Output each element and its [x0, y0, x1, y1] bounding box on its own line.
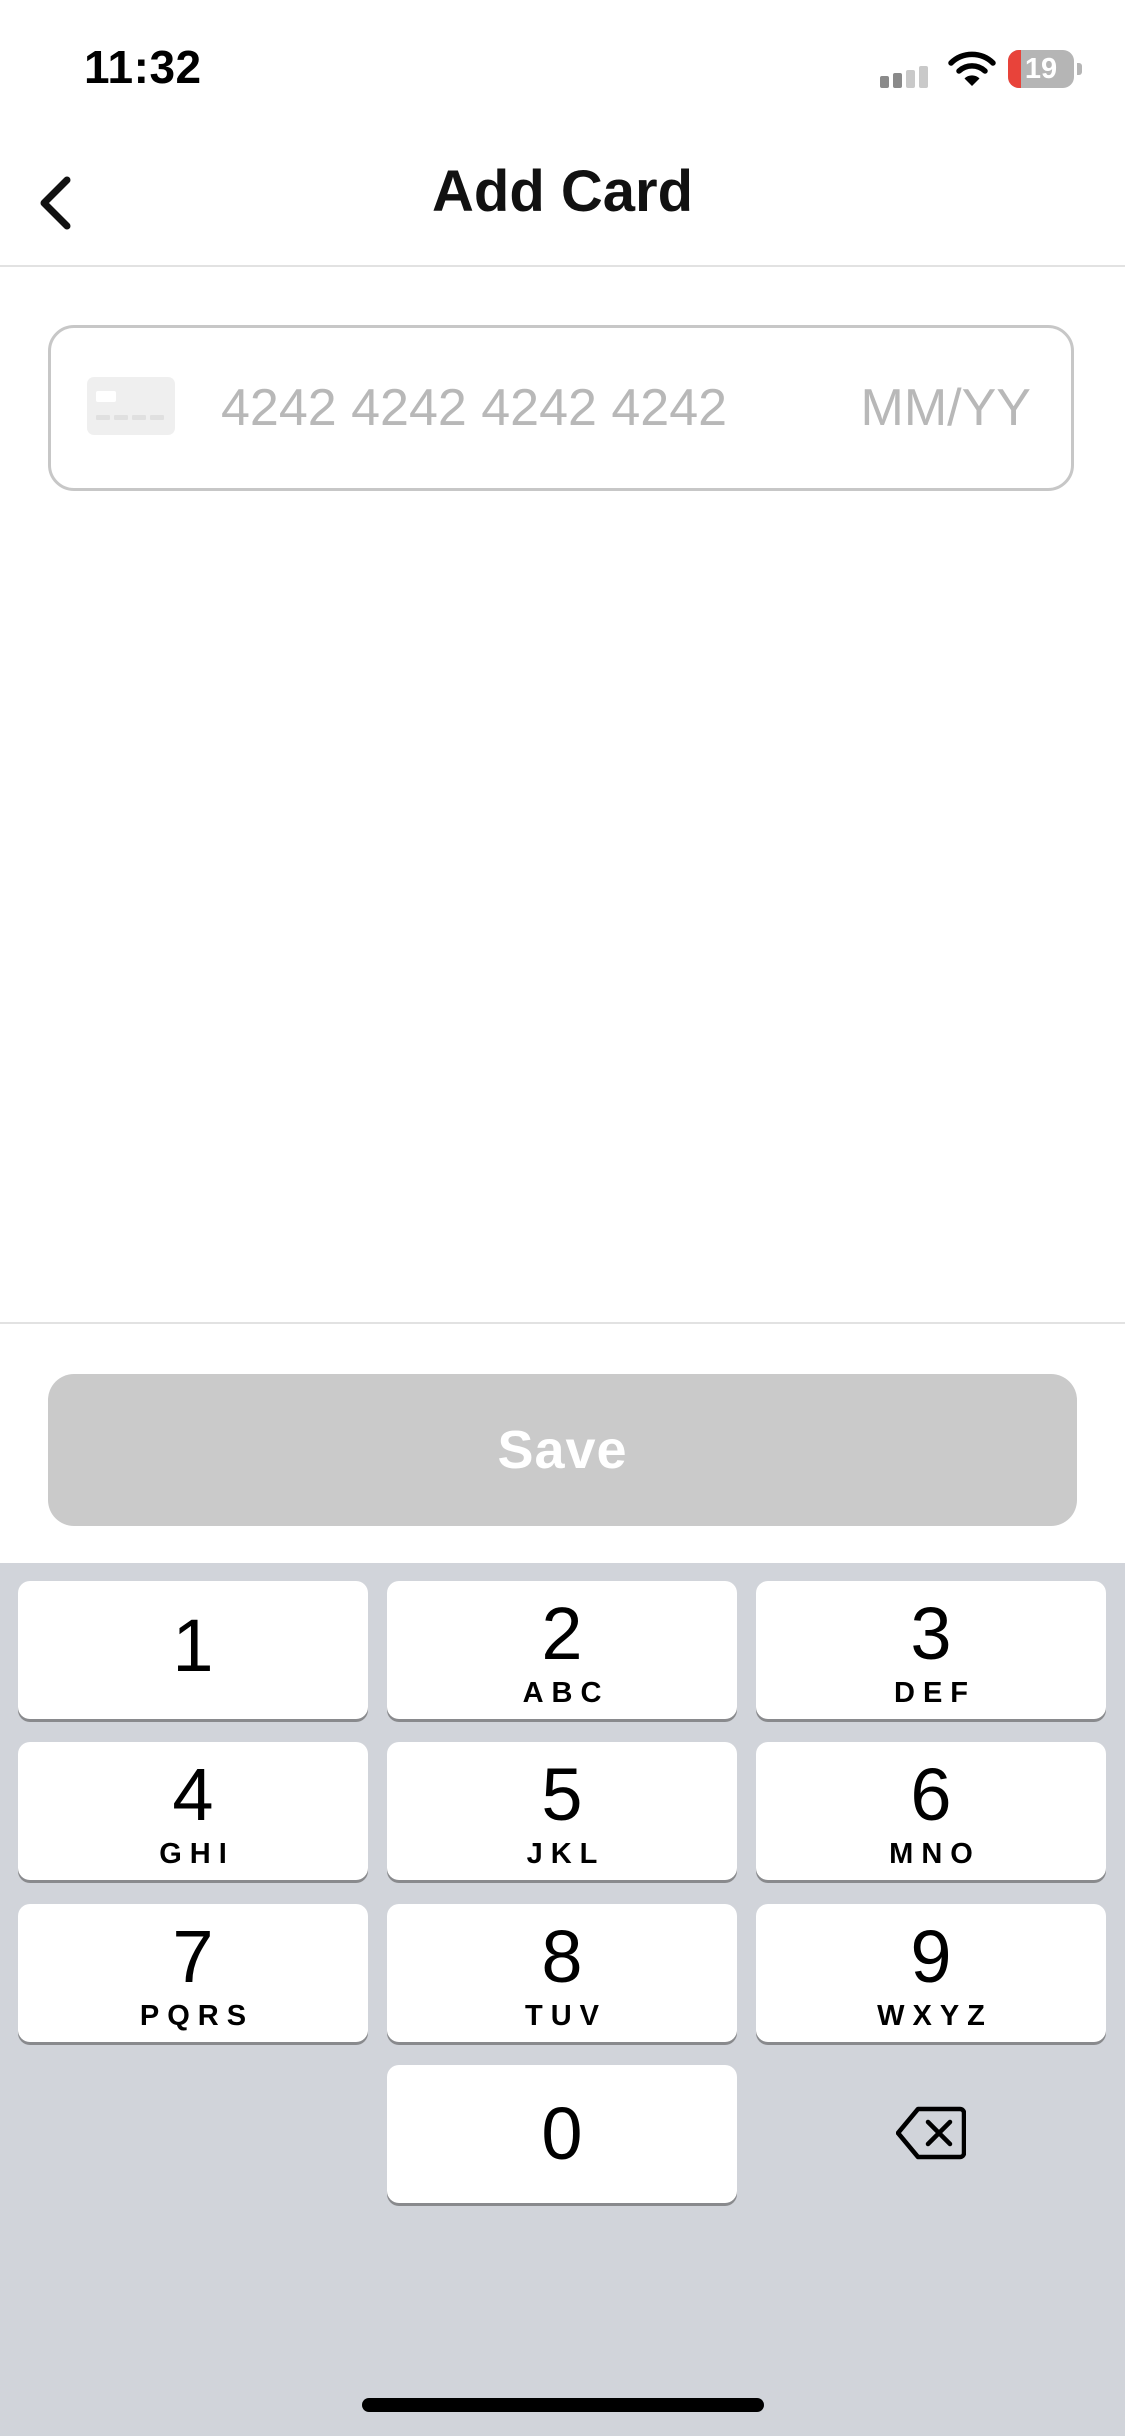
battery-level: 19 — [1024, 53, 1058, 85]
save-button[interactable]: Save — [48, 1374, 1077, 1526]
page-title: Add Card — [432, 159, 693, 224]
key-2[interactable]: 2 ABC — [387, 1581, 737, 1719]
key-letters: PQRS — [139, 2000, 255, 2032]
key-digit: 7 — [172, 1915, 214, 1998]
battery-icon: 19 — [1008, 50, 1082, 88]
delete-key[interactable] — [755, 2065, 1105, 2203]
card-number-input[interactable] — [221, 358, 801, 458]
key-digit: 0 — [541, 2092, 583, 2175]
key-9[interactable]: 9 WXYZ — [756, 1904, 1106, 2042]
chevron-left-icon — [40, 176, 71, 230]
key-digit: 1 — [172, 1604, 214, 1687]
key-digit: 4 — [172, 1753, 214, 1836]
expiry-date-input[interactable] — [821, 358, 1031, 458]
key-letters: GHI — [159, 1838, 235, 1870]
key-letters: DEF — [894, 1677, 976, 1709]
key-letters: WXYZ — [877, 2000, 993, 2032]
nav-bar: Add Card — [0, 140, 1125, 267]
backspace-icon — [896, 2106, 966, 2160]
cellular-signal-icon — [880, 66, 934, 88]
key-0[interactable]: 0 — [387, 2065, 737, 2203]
card-input-field[interactable] — [48, 325, 1074, 491]
status-time: 11:32 — [84, 41, 202, 93]
key-digit: 8 — [541, 1915, 583, 1998]
footer-divider — [0, 1322, 1125, 1324]
key-4[interactable]: 4 GHI — [18, 1742, 368, 1880]
key-digit: 3 — [910, 1592, 952, 1675]
key-7[interactable]: 7 PQRS — [18, 1904, 368, 2042]
key-digit: 5 — [541, 1753, 583, 1836]
key-letters: TUV — [525, 2000, 607, 2032]
status-bar: 11:32 19 — [0, 0, 1125, 140]
key-3[interactable]: 3 DEF — [756, 1581, 1106, 1719]
key-digit: 6 — [910, 1753, 952, 1836]
key-digit: 2 — [541, 1592, 583, 1675]
add-card-screen: 11:32 19 Add Card 4242 4242 4242 4242 MM… — [0, 0, 1125, 2436]
key-letters: ABC — [522, 1677, 610, 1709]
wifi-icon — [948, 51, 996, 86]
key-letters: MNO — [889, 1838, 981, 1870]
key-6[interactable]: 6 MNO — [756, 1742, 1106, 1880]
key-8[interactable]: 8 TUV — [387, 1904, 737, 2042]
key-5[interactable]: 5 JKL — [387, 1742, 737, 1880]
home-indicator — [362, 2398, 764, 2412]
key-digit: 9 — [910, 1915, 952, 1998]
back-button[interactable] — [12, 158, 102, 248]
credit-card-icon — [87, 377, 175, 435]
key-letters: JKL — [526, 1838, 606, 1870]
key-1[interactable]: 1 — [18, 1581, 368, 1719]
